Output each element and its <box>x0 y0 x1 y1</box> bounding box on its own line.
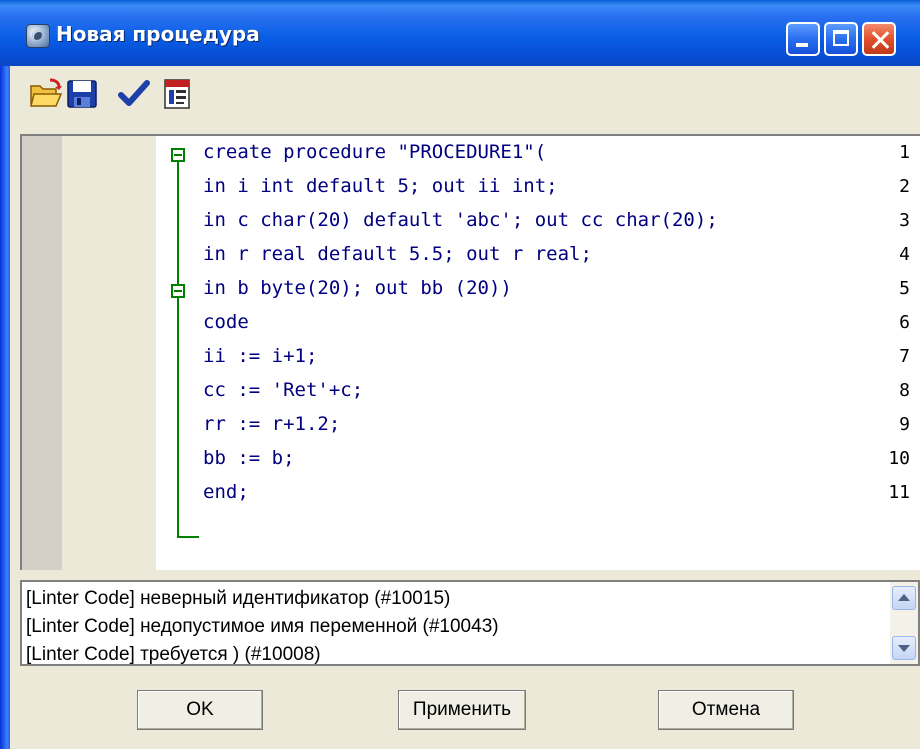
fold-collapse-icon[interactable] <box>171 148 185 162</box>
code-line: create procedure "PROCEDURE1"( <box>203 141 547 163</box>
message-list[interactable]: [Linter Code] неверный идентификатор (#1… <box>20 580 920 666</box>
line-number: 10 <box>888 448 910 469</box>
code-line: rr := r+1.2; <box>203 413 341 435</box>
scroll-down-button[interactable] <box>892 636 916 660</box>
line-number: 5 <box>899 278 910 299</box>
line-number: 3 <box>899 210 910 231</box>
code-line: code <box>203 311 249 333</box>
apply-button[interactable]: Применить <box>398 690 526 730</box>
code-line: in c char(20) default 'abc'; out cc char… <box>203 209 718 231</box>
fold-end-marker <box>177 536 199 538</box>
code-line: in i int default 5; out ii int; <box>203 175 558 197</box>
line-number: 9 <box>899 414 910 435</box>
open-folder-icon[interactable] <box>28 76 64 112</box>
maximize-button[interactable] <box>824 22 858 56</box>
save-disk-icon[interactable] <box>64 76 100 112</box>
code-editor[interactable]: 1 2 3 4 5 6 7 8 9 10 11 create procedure… <box>20 134 920 570</box>
fold-collapse-icon[interactable] <box>171 284 185 298</box>
message-item[interactable]: [Linter Code] неверный идентификатор (#1… <box>26 588 450 610</box>
code-line: bb := b; <box>203 447 295 469</box>
vertical-scrollbar[interactable] <box>890 582 918 664</box>
toolbar <box>10 66 920 122</box>
scroll-up-button[interactable] <box>892 586 916 610</box>
maximize-icon <box>833 30 849 46</box>
line-number: 11 <box>888 482 910 503</box>
title-bar[interactable]: Новая процедура <box>0 0 920 66</box>
line-number: 6 <box>899 312 910 333</box>
message-item[interactable]: [Linter Code] требуется ) (#10008) <box>26 644 321 664</box>
fold-guide <box>177 156 179 292</box>
code-line: in r real default 5.5; out r real; <box>203 243 592 265</box>
line-number: 4 <box>899 244 910 265</box>
arrow-up-icon <box>898 594 910 601</box>
arrow-down-icon <box>898 645 910 652</box>
line-number: 7 <box>899 346 910 367</box>
code-line: ii := i+1; <box>203 345 318 367</box>
fold-guide <box>177 290 179 538</box>
app-icon <box>26 24 50 48</box>
window-title: Новая процедура <box>56 22 260 46</box>
bookmark-strip <box>22 136 62 570</box>
line-number: 1 <box>899 142 910 163</box>
code-line: in b byte(20); out bb (20)) <box>203 277 512 299</box>
code-line: end; <box>203 481 249 503</box>
minimize-icon <box>796 43 808 47</box>
close-button[interactable] <box>862 22 896 56</box>
minimize-button[interactable] <box>786 22 820 56</box>
cancel-button[interactable]: Отмена <box>658 690 794 730</box>
line-number-gutter <box>22 136 156 570</box>
procedure-dialog: Новая процедура 1 2 3 4 5 6 7 8 9 10 11 … <box>0 0 920 749</box>
line-number: 2 <box>899 176 910 197</box>
message-item[interactable]: [Linter Code] недопустимое имя переменно… <box>26 616 499 638</box>
line-number: 8 <box>899 380 910 401</box>
code-line: cc := 'Ret'+c; <box>203 379 364 401</box>
ok-button[interactable]: OK <box>137 690 263 730</box>
check-icon[interactable] <box>116 76 152 112</box>
properties-icon[interactable] <box>160 76 196 112</box>
